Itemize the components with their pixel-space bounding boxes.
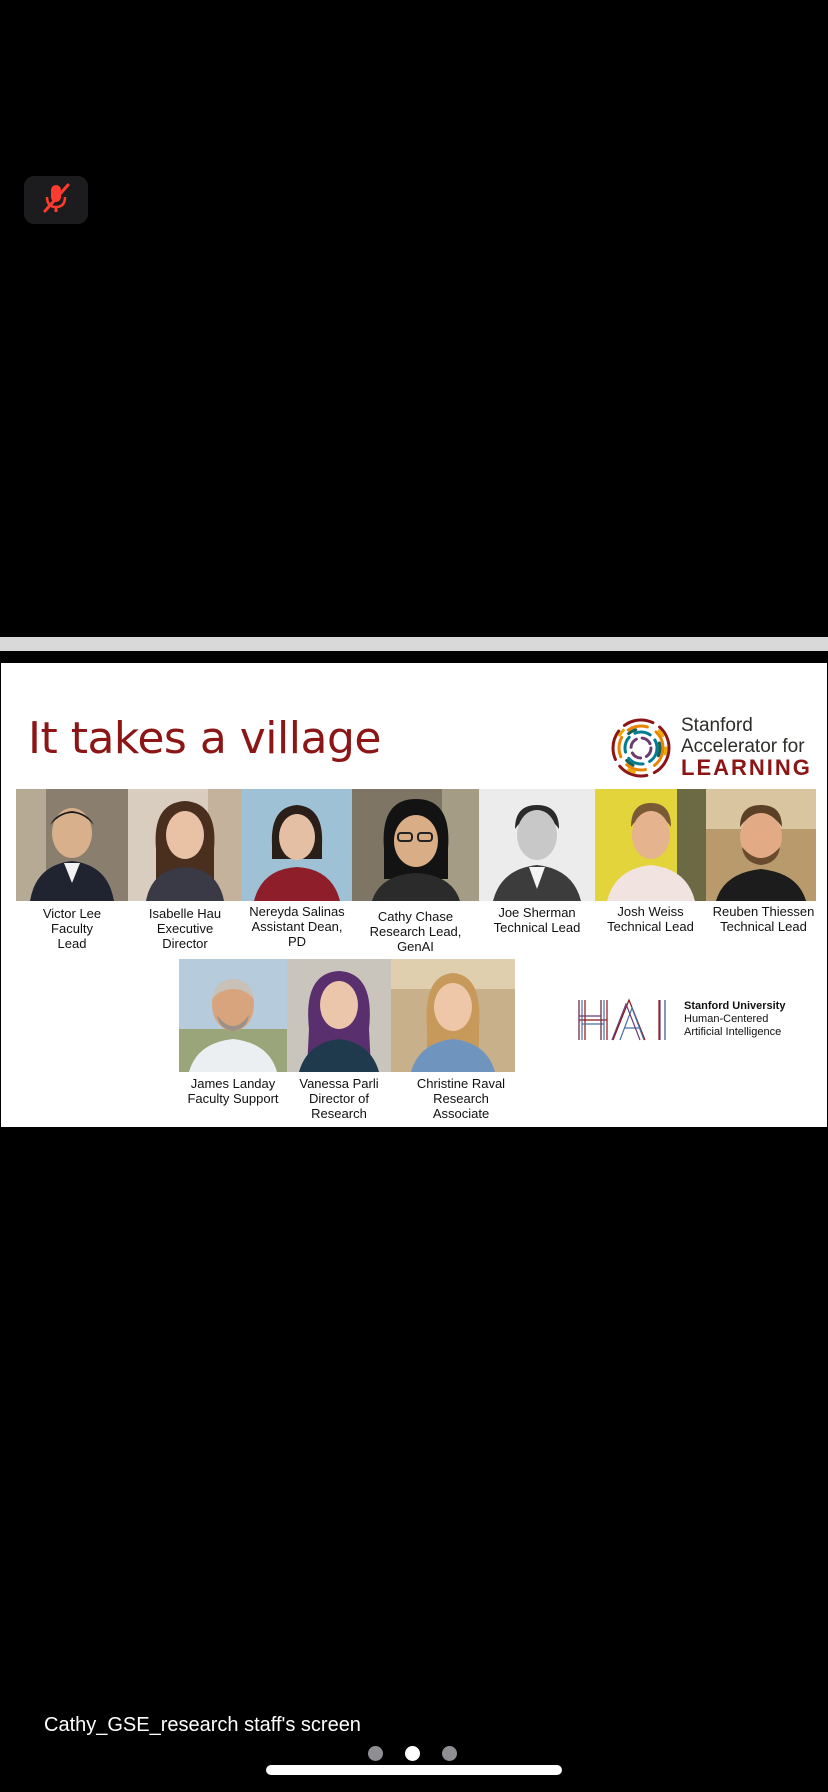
person-caption: Josh Weiss Technical Lead — [595, 904, 706, 934]
person-role: Research — [433, 1091, 489, 1106]
hai-mark-icon — [578, 998, 666, 1041]
page-dot[interactable] — [442, 1746, 457, 1761]
stanford-hai-logo: Stanford University Human-Centered Artif… — [577, 996, 797, 1044]
person-role: Research — [311, 1106, 367, 1121]
person-role: Associate — [432, 1106, 490, 1121]
person-caption: Vanessa Parli Director of Research — [287, 1076, 391, 1121]
person-name: James Landay — [190, 1076, 276, 1091]
person-role: Assistant Dean, — [251, 919, 343, 934]
person-role: PD — [287, 934, 307, 949]
person-name: Josh Weiss — [617, 904, 684, 919]
person-name: Joe Sherman — [498, 905, 576, 920]
person-role: Executive — [156, 921, 214, 936]
person-name: Vanessa Parli — [299, 1076, 379, 1091]
person-role: Lead — [57, 936, 87, 951]
person-photo — [391, 959, 515, 1072]
person-photo — [242, 789, 352, 901]
person-role: Technical Lead — [493, 920, 581, 935]
person-photo — [352, 789, 479, 901]
stanford-accelerator-logo: Stanford Accelerator for LEARNING — [609, 713, 819, 785]
person-photo — [595, 789, 706, 901]
person-photo — [479, 789, 595, 901]
logo-line-2: Accelerator for — [681, 736, 805, 757]
microphone-muted-icon — [39, 181, 73, 220]
person-role: Faculty — [51, 921, 93, 936]
person-caption: Victor Lee Faculty Lead — [16, 906, 128, 951]
mute-button[interactable] — [24, 176, 88, 224]
person-photo — [16, 789, 128, 901]
person-caption: Isabelle Hau Executive Director — [128, 906, 242, 951]
accelerator-ring-icon — [611, 718, 671, 778]
home-indicator[interactable] — [266, 1765, 562, 1775]
page-dot-active[interactable] — [405, 1746, 420, 1761]
person-role: Faculty Support — [187, 1091, 279, 1106]
person-caption: Cathy Chase Research Lead, GenAI — [352, 909, 479, 954]
person-name: Isabelle Hau — [148, 906, 222, 921]
person-name: Christine Raval — [416, 1076, 506, 1091]
person-name: Reuben Thiessen — [712, 904, 815, 919]
person-photo — [287, 959, 391, 1072]
hai-line-3: Artificial Intelligence — [684, 1026, 782, 1038]
logo-line-3: LEARNING — [681, 755, 812, 780]
hai-line-1: Stanford University — [684, 1000, 786, 1012]
slide-title: It takes a village — [28, 713, 381, 764]
person-photo — [706, 789, 816, 901]
person-role: GenAI — [397, 939, 434, 954]
person-role: Technical Lead — [720, 919, 807, 934]
hai-line-2: Human-Centered — [684, 1013, 769, 1025]
person-caption: Joe Sherman Technical Lead — [479, 905, 595, 935]
shared-screen-top-bar — [0, 637, 828, 651]
person-caption: Nereyda Salinas Assistant Dean, PD — [242, 904, 352, 949]
page-indicator[interactable] — [368, 1746, 460, 1762]
person-name: Nereyda Salinas — [249, 904, 345, 919]
person-role: Research Lead, — [369, 924, 462, 939]
shared-slide: It takes a village Stanford Accelerator … — [1, 663, 827, 1127]
person-caption: Christine Raval Research Associate — [401, 1076, 521, 1121]
person-role: Director — [162, 936, 208, 951]
person-role: Director of — [309, 1091, 369, 1106]
person-photo — [128, 789, 242, 901]
logo-line-1: Stanford — [681, 715, 753, 736]
page-dot[interactable] — [368, 1746, 383, 1761]
person-caption: James Landay Faculty Support — [179, 1076, 287, 1106]
person-name: Victor Lee — [42, 906, 102, 921]
person-photo — [179, 959, 287, 1072]
shared-screen-label: Cathy_GSE_research staff's screen — [44, 1714, 361, 1736]
person-role: Technical Lead — [607, 919, 694, 934]
person-name: Cathy Chase — [377, 909, 454, 924]
person-caption: Reuben Thiessen Technical Lead — [706, 904, 821, 934]
